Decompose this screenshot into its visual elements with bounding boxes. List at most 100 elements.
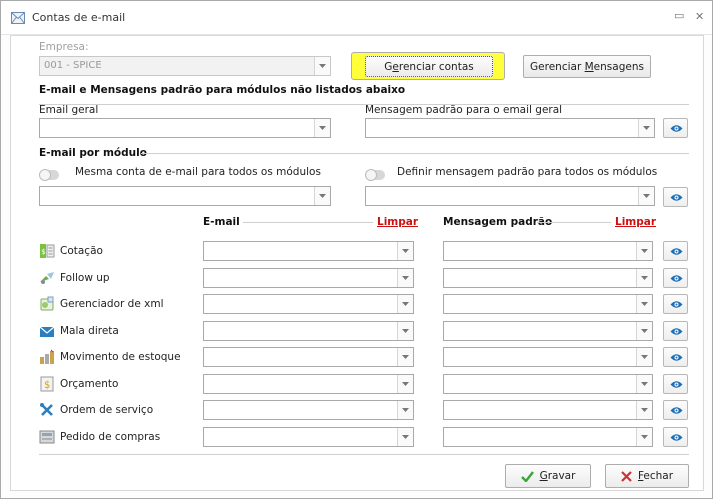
module-email-select[interactable] (203, 347, 414, 367)
section-divider (537, 222, 611, 223)
module-label: Gerenciador de xml (60, 298, 164, 310)
fechar-button[interactable]: Fechar (605, 464, 689, 488)
close-window-button[interactable]: ✕ (695, 10, 704, 23)
preview-module-message-button[interactable] (663, 347, 688, 367)
mail-icon (39, 323, 55, 339)
fechar-label: Fechar (637, 470, 674, 482)
mensagem-geral-label: Mensagem padrão para o email geral (365, 104, 563, 116)
svg-text:$: $ (41, 248, 45, 256)
definir-mensagem-toggle[interactable] (365, 169, 385, 181)
mesma-conta-label: Mesma conta de e-mail para todos os módu… (75, 166, 321, 178)
chevron-down-icon (638, 119, 654, 137)
section-divider (141, 153, 689, 154)
chevron-down-icon (314, 187, 330, 205)
preview-module-message-button[interactable] (663, 374, 688, 394)
module-email-select[interactable] (203, 241, 414, 261)
module-label: Pedido de compras (60, 431, 161, 443)
email-todos-modulos-select[interactable] (39, 186, 331, 206)
chevron-down-icon (397, 348, 413, 366)
mensagem-column-header: Mensagem padrão (443, 216, 553, 228)
gerenciar-contas-label: Gerenciar contas (384, 60, 474, 73)
eye-icon (670, 248, 683, 255)
mensagem-geral-select[interactable] (365, 118, 655, 138)
module-email-select[interactable] (203, 427, 414, 447)
mensagem-todos-modulos-select[interactable] (365, 186, 655, 206)
module-mensagem-select[interactable] (443, 400, 653, 420)
module-email-select[interactable] (203, 294, 414, 314)
preview-module-message-button[interactable] (663, 241, 688, 261)
gerenciar-contas-button[interactable]: Gerenciar contas (365, 56, 493, 77)
chevron-down-icon (314, 119, 330, 137)
gravar-label: Gravar (539, 470, 576, 482)
close-icon (621, 470, 632, 482)
chevron-down-icon (397, 322, 413, 340)
padrao-section-title: E-mail e Mensagens padrão para módulos n… (39, 84, 406, 96)
gravar-button[interactable]: Gravar (505, 464, 591, 488)
eye-icon (670, 354, 683, 361)
modulo-section-title: E-mail por módulo (39, 147, 147, 159)
eye-icon (670, 301, 683, 308)
module-label: Ordem de serviço (60, 404, 154, 416)
module-label: Movimento de estoque (60, 351, 181, 363)
email-geral-label: Email geral (39, 104, 99, 116)
chevron-down-icon (636, 242, 652, 260)
module-email-select[interactable] (203, 374, 414, 394)
preview-mensagem-todos-button[interactable] (663, 187, 688, 207)
preview-module-message-button[interactable] (663, 321, 688, 341)
module-mensagem-select[interactable] (443, 347, 653, 367)
follow-up-icon (39, 270, 55, 286)
chevron-down-icon (397, 428, 413, 446)
preview-module-message-button[interactable] (663, 400, 688, 420)
chevron-down-icon (636, 269, 652, 287)
mesma-conta-toggle[interactable] (39, 169, 59, 181)
limpar-mensagem-link[interactable]: Limpar (615, 216, 656, 228)
eye-icon (670, 328, 683, 335)
pedido-compras-icon (39, 429, 55, 445)
email-geral-select[interactable] (39, 118, 331, 138)
check-icon (520, 470, 534, 482)
module-email-select[interactable] (203, 321, 414, 341)
module-email-select[interactable] (203, 400, 414, 420)
module-mensagem-select[interactable] (443, 321, 653, 341)
eye-icon (670, 407, 683, 414)
chevron-down-icon (636, 428, 652, 446)
svg-text:$: $ (44, 380, 50, 391)
chevron-down-icon (397, 401, 413, 419)
preview-module-message-button[interactable] (663, 268, 688, 288)
eye-icon (670, 381, 683, 388)
empresa-label: Empresa: (39, 41, 89, 53)
dialog-body: Empresa: 001 - SPICE Gerenciar contas Ge… (10, 35, 704, 491)
estoque-icon (39, 349, 55, 365)
orcamento-icon: $ (39, 376, 55, 392)
preview-module-message-button[interactable] (663, 294, 688, 314)
empresa-value: 001 - SPICE (44, 60, 102, 71)
module-label: Mala direta (60, 325, 119, 337)
minimize-button[interactable]: ▭ (674, 9, 684, 22)
section-divider (243, 222, 373, 223)
module-mensagem-select[interactable] (443, 294, 653, 314)
gerenciar-mensagens-button[interactable]: Gerenciar Mensagens (523, 55, 651, 78)
module-mensagem-select[interactable] (443, 427, 653, 447)
module-label: Orçamento (60, 378, 119, 390)
cotacao-icon: $ (39, 243, 55, 259)
chevron-down-icon (397, 242, 413, 260)
chevron-down-icon (314, 57, 330, 75)
chevron-down-icon (636, 322, 652, 340)
chevron-down-icon (636, 295, 652, 313)
eye-icon (670, 275, 683, 282)
chevron-down-icon (397, 295, 413, 313)
xml-icon (39, 296, 55, 312)
email-column-header: E-mail (203, 216, 240, 228)
eye-icon (670, 194, 683, 201)
module-mensagem-select[interactable] (443, 374, 653, 394)
module-mensagem-select[interactable] (443, 241, 653, 261)
preview-mensagem-geral-button[interactable] (663, 118, 688, 138)
definir-mensagem-label: Definir mensagem padrão para todos os mó… (397, 166, 658, 178)
section-divider (39, 104, 689, 105)
chevron-down-icon (636, 375, 652, 393)
limpar-email-link[interactable]: Limpar (377, 216, 418, 228)
module-mensagem-select[interactable] (443, 268, 653, 288)
chevron-down-icon (397, 375, 413, 393)
preview-module-message-button[interactable] (663, 427, 688, 447)
module-email-select[interactable] (203, 268, 414, 288)
